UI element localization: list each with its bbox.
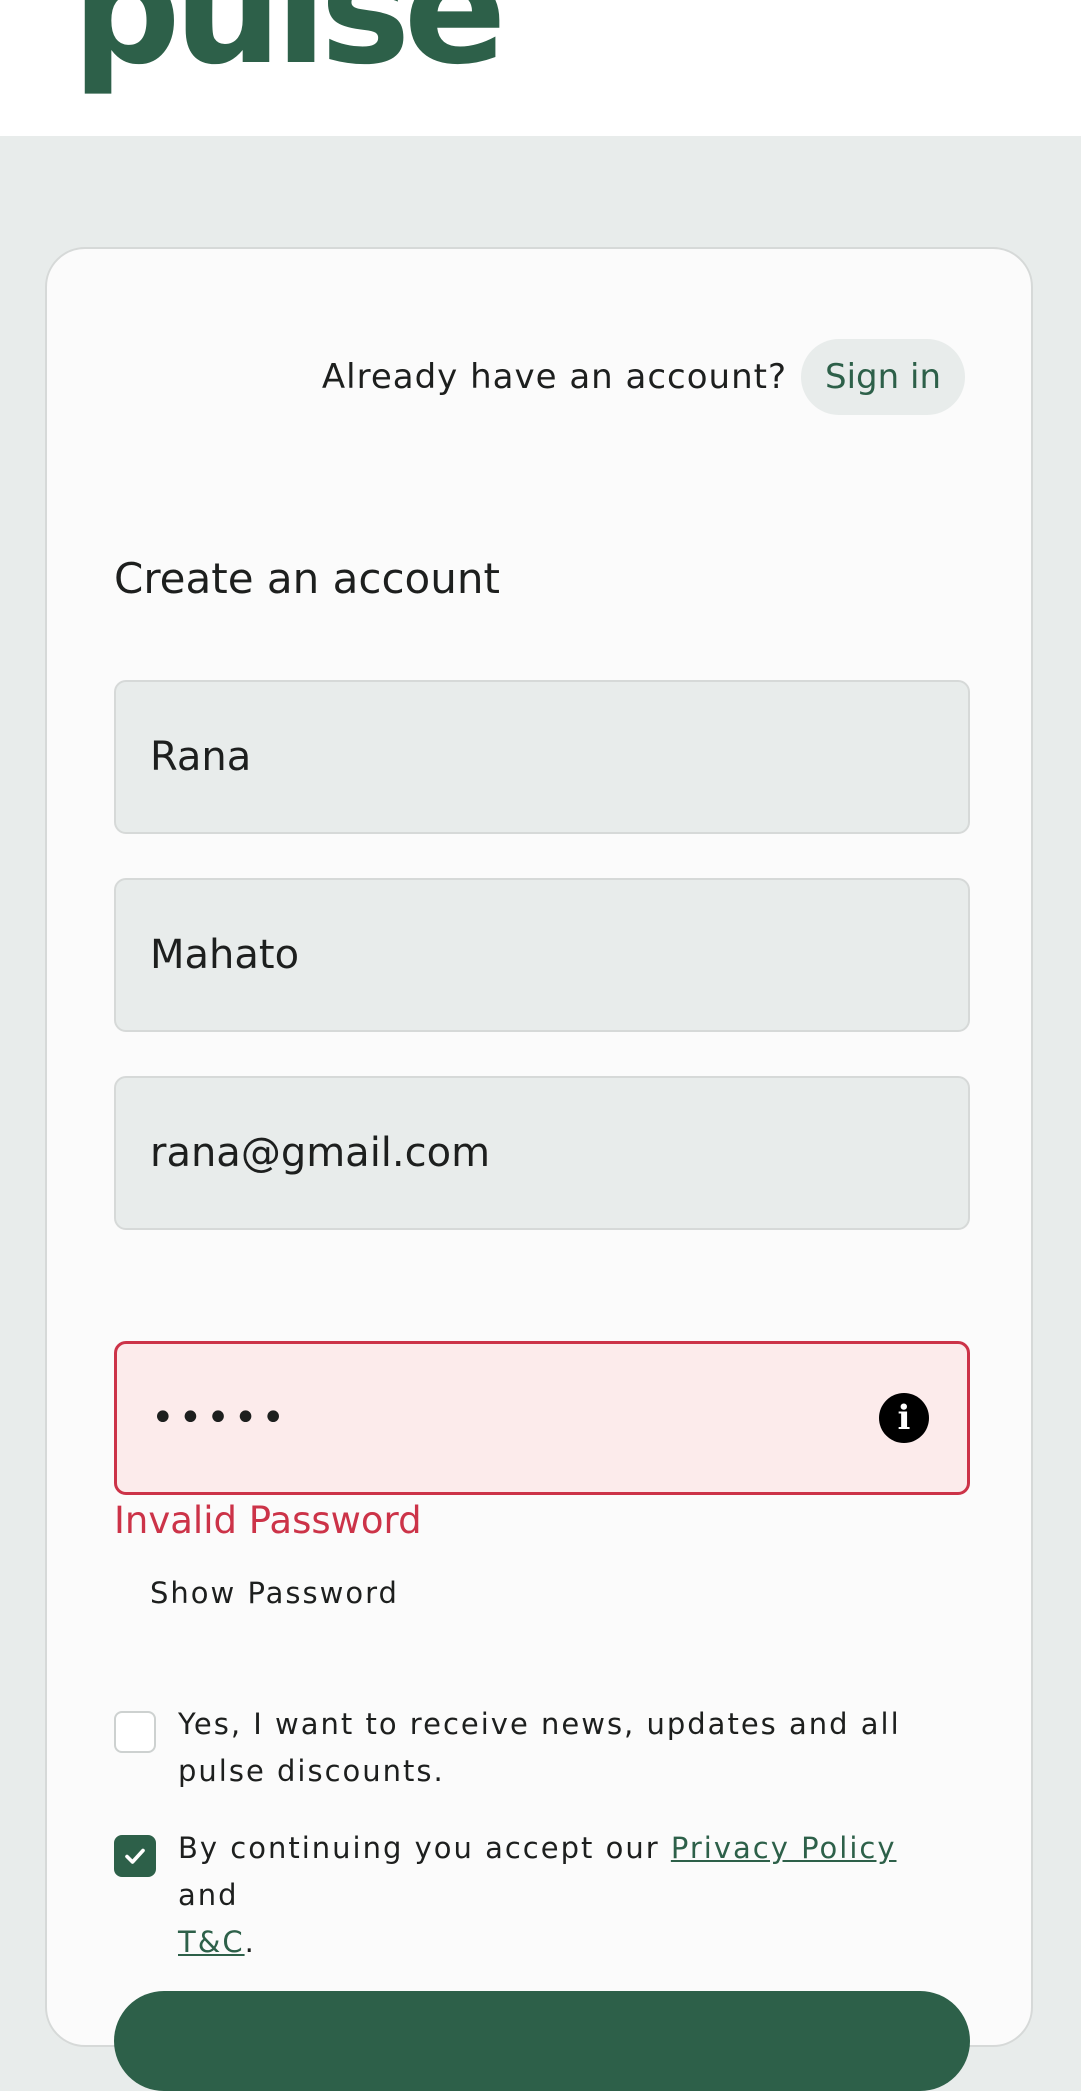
create-account-button[interactable]	[114, 1991, 970, 2091]
privacy-policy-link[interactable]: Privacy Policy	[671, 1831, 897, 1865]
terms-text-after: .	[244, 1925, 256, 1959]
terms-consent-label: By continuing you accept our Privacy Pol…	[178, 1825, 958, 1966]
show-password-toggle[interactable]: Show Password	[150, 1576, 399, 1610]
password-field[interactable]: ••••• i	[114, 1341, 970, 1495]
password-error: Invalid Password	[114, 1499, 422, 1542]
terms-text-middle: and	[178, 1878, 239, 1912]
password-value: •••••	[151, 1395, 289, 1441]
news-consent-row: Yes, I want to receive news, updates and…	[114, 1701, 958, 1795]
news-consent-label: Yes, I want to receive news, updates and…	[178, 1707, 901, 1788]
signin-row: Already have an account? Sign in	[322, 339, 965, 415]
first-name-field[interactable]: Rana	[114, 680, 970, 834]
email-field[interactable]: rana@gmail.com	[114, 1076, 970, 1230]
pulse-logo[interactable]: pulse	[72, 0, 507, 86]
top-bar: pulse	[0, 0, 1081, 136]
news-consent-checkbox[interactable]	[114, 1711, 156, 1753]
info-circle-icon[interactable]: i	[879, 1393, 929, 1443]
checkmark-icon	[125, 1848, 145, 1864]
terms-consent-checkbox[interactable]	[114, 1835, 156, 1877]
email-value: rana@gmail.com	[150, 1130, 491, 1176]
signup-card: Already have an account? Sign in Create …	[45, 247, 1033, 2091]
last-name-value: Mahato	[150, 932, 300, 978]
tc-link[interactable]: T&C	[178, 1925, 245, 1959]
terms-consent-row: By continuing you accept our Privacy Pol…	[114, 1825, 958, 1966]
last-name-field[interactable]: Mahato	[114, 878, 970, 1032]
signin-prompt: Already have an account?	[321, 357, 788, 397]
form-title: Create an account	[114, 554, 500, 603]
terms-text-before: By continuing you accept our	[178, 1831, 671, 1865]
first-name-value: Rana	[150, 734, 252, 780]
sign-in-button[interactable]: Sign in	[801, 339, 965, 415]
